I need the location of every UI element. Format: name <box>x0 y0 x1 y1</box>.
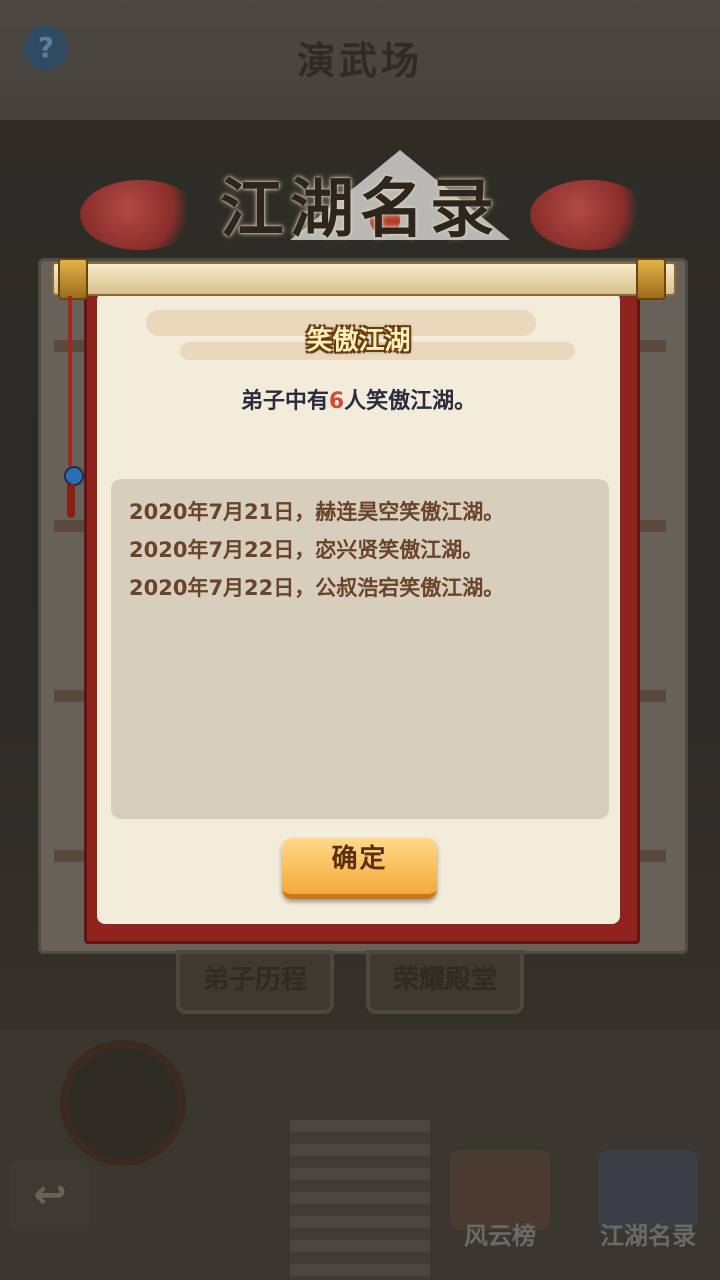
roster-label: 江湖名录 <box>600 1221 696 1250</box>
tab-hall-of-honor[interactable]: 荣耀殿堂 <box>366 950 524 1014</box>
list-item: 2020年7月21日，赫连昊空笑傲江湖。 <box>129 500 505 524</box>
tassel-cord <box>68 296 72 466</box>
entry-list[interactable]: 2020年7月21日，赫连昊空笑傲江湖。 2020年7月22日，宓兴贤笑傲江湖。… <box>111 479 609 819</box>
list-item: 2020年7月22日，宓兴贤笑傲江湖。 <box>129 538 484 562</box>
bead-icon <box>64 466 84 486</box>
page-title: 演武场 <box>296 38 423 83</box>
rod-cap-left <box>58 258 88 300</box>
roster-button[interactable]: 江湖名录 <box>588 1150 708 1260</box>
shelf-left <box>54 520 88 532</box>
summary-suffix: 人笑傲江湖。 <box>344 389 477 414</box>
shelf-left <box>54 850 88 862</box>
confirm-button[interactable]: 确定 <box>282 838 437 899</box>
banner-title: 江湖名录 <box>220 172 500 247</box>
stairs <box>290 1120 430 1280</box>
summary-text: 弟子中有6人笑傲江湖。 <box>97 383 620 415</box>
banner: 江湖名录 <box>40 150 680 250</box>
section-title: 笑傲江湖 <box>306 326 411 356</box>
summary-count: 6 <box>328 389 345 414</box>
summary-prefix: 弟子中有 <box>240 389 329 414</box>
scroll-rod <box>52 262 676 296</box>
rod-cap-right <box>636 258 666 300</box>
tassel-end <box>67 484 75 518</box>
drum-decoration <box>60 1040 186 1166</box>
shelf-left <box>54 690 88 702</box>
tab-disciple-history[interactable]: 弟子历程 <box>176 950 334 1014</box>
back-arrow-icon[interactable]: ↩ <box>10 1160 90 1230</box>
ranking-label: 风云榜 <box>464 1221 536 1250</box>
list-item: 2020年7月22日，公叔浩宕笑傲江湖。 <box>129 576 505 600</box>
ranking-button[interactable]: 风云榜 <box>440 1150 560 1260</box>
